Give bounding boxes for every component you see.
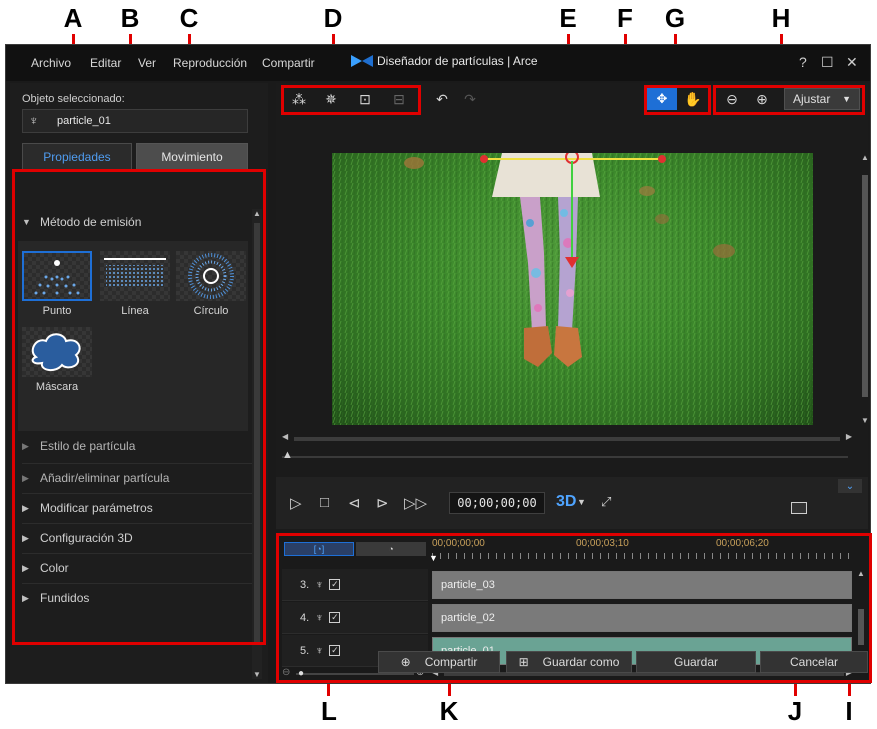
menu-archivo[interactable]: Archivo (31, 56, 71, 70)
share-button-label: Compartir (424, 655, 478, 669)
play-icon[interactable]: ▷ (290, 494, 302, 512)
3d-dropdown-icon[interactable]: ▼ (577, 497, 586, 507)
highlight-g (644, 85, 711, 115)
window-title-text: Diseñador de partículas | Arce (377, 54, 538, 68)
highlight-h (713, 85, 865, 115)
tab-propiedades-label: Propiedades (43, 150, 111, 164)
redo-button[interactable]: ↷ (456, 88, 484, 110)
playback-slider-thumb[interactable]: ▲ (282, 449, 293, 461)
fullscreen-icon[interactable]: ⤢ (601, 494, 611, 510)
app-logo-icon (351, 55, 373, 67)
video-monitor-icon[interactable] (791, 502, 807, 514)
callout-f: F (617, 3, 633, 33)
callout-e: E (559, 3, 577, 33)
chevron-down-icon: ⌄ (845, 480, 855, 492)
callout-c: C (179, 3, 199, 33)
callout-d: D (323, 3, 343, 33)
scroll-down-icon[interactable]: ▼ (253, 670, 261, 679)
menu-ver[interactable]: Ver (138, 56, 156, 70)
share-button[interactable]: ⊕ Compartir (378, 651, 500, 673)
playback-slider-track (282, 456, 848, 458)
help-icon[interactable]: ? (799, 54, 807, 70)
scroll-up-icon[interactable]: ▲ (861, 153, 869, 162)
scroll-right-icon[interactable]: ▶ (846, 432, 852, 441)
menu-compartir[interactable]: Compartir (262, 56, 315, 70)
undo-icon: ↶ (436, 90, 448, 107)
callout-b: B (120, 3, 140, 33)
scroll-down-icon[interactable]: ▼ (861, 416, 869, 425)
save-button-label: Guardar (673, 655, 719, 669)
callout-g: G (664, 3, 686, 33)
highlight-d (281, 85, 421, 115)
3d-mode-button[interactable]: 3D (556, 493, 576, 511)
playback-slider[interactable]: ▲ (282, 449, 852, 463)
maximize-icon[interactable]: ☐ (821, 54, 834, 71)
callout-k: K (439, 696, 459, 726)
close-icon[interactable]: ✕ (846, 54, 858, 71)
particle-designer-window: Archivo Editar Ver Reproducción Comparti… (5, 44, 872, 684)
scroll-thumb[interactable] (862, 175, 868, 397)
menu-bar: Archivo Editar Ver Reproducción Comparti… (6, 45, 870, 81)
menu-editar[interactable]: Editar (90, 56, 121, 70)
selected-object-value: particle_01 (57, 115, 111, 127)
tab-movimiento-label: Movimiento (161, 150, 223, 164)
callout-a: A (63, 3, 83, 33)
previous-frame-icon[interactable]: ⊲ (348, 494, 361, 512)
preview-horizontal-scrollbar[interactable]: ◀ ▶ (282, 432, 852, 443)
save-as-button-label: Guardar como (542, 655, 620, 669)
callout-h: H (771, 3, 791, 33)
scroll-left-icon[interactable]: ◀ (282, 432, 288, 441)
tab-propiedades[interactable]: Propiedades (22, 143, 132, 171)
cancel-button-label: Cancelar (789, 655, 839, 669)
tab-movimiento[interactable]: Movimiento (136, 143, 248, 171)
callout-j: J (787, 696, 803, 726)
save-as-button[interactable]: ⊞ Guardar como (506, 651, 632, 673)
redo-icon: ↷ (464, 90, 476, 107)
cancel-button[interactable]: Cancelar (760, 651, 868, 673)
menu-reproduccion[interactable]: Reproducción (173, 56, 247, 70)
stop-icon[interactable]: □ (320, 494, 329, 511)
next-frame-icon[interactable]: ⊳ (376, 494, 389, 512)
scroll-thumb[interactable] (294, 437, 840, 441)
particle-icon: ♆ (29, 113, 39, 128)
highlight-b (12, 169, 266, 645)
undo-button[interactable]: ↶ (428, 88, 456, 110)
callout-l: L (321, 696, 337, 726)
save-button[interactable]: Guardar (636, 651, 756, 673)
selected-object-label: Objeto seleccionado: (22, 93, 125, 105)
preview-scene (332, 153, 813, 425)
callout-i: I (845, 696, 853, 726)
save-as-icon: ⊞ (518, 655, 529, 669)
selected-object-field: ♆ particle_01 (22, 109, 248, 133)
timecode-display[interactable]: 00;00;00;00 (449, 492, 545, 514)
expand-timeline-button[interactable]: ⌄ (838, 479, 862, 493)
preview-vertical-scrollbar[interactable]: ▲ ▼ (860, 153, 870, 425)
fast-forward-icon[interactable]: ▷▷ (404, 494, 427, 512)
preview-pane: ⁂ ✵ ⊡ ⊟ ↶ ↷ ✥ ✋ ⊖ ⊕ Ajustar ▼ ▲ ▼ ◀ ▶ ▲ … (276, 83, 872, 683)
share-globe-icon: ⊕ (400, 655, 411, 669)
window-title: Diseñador de partículas | Arce (351, 54, 538, 68)
preview-canvas[interactable] (332, 153, 813, 425)
